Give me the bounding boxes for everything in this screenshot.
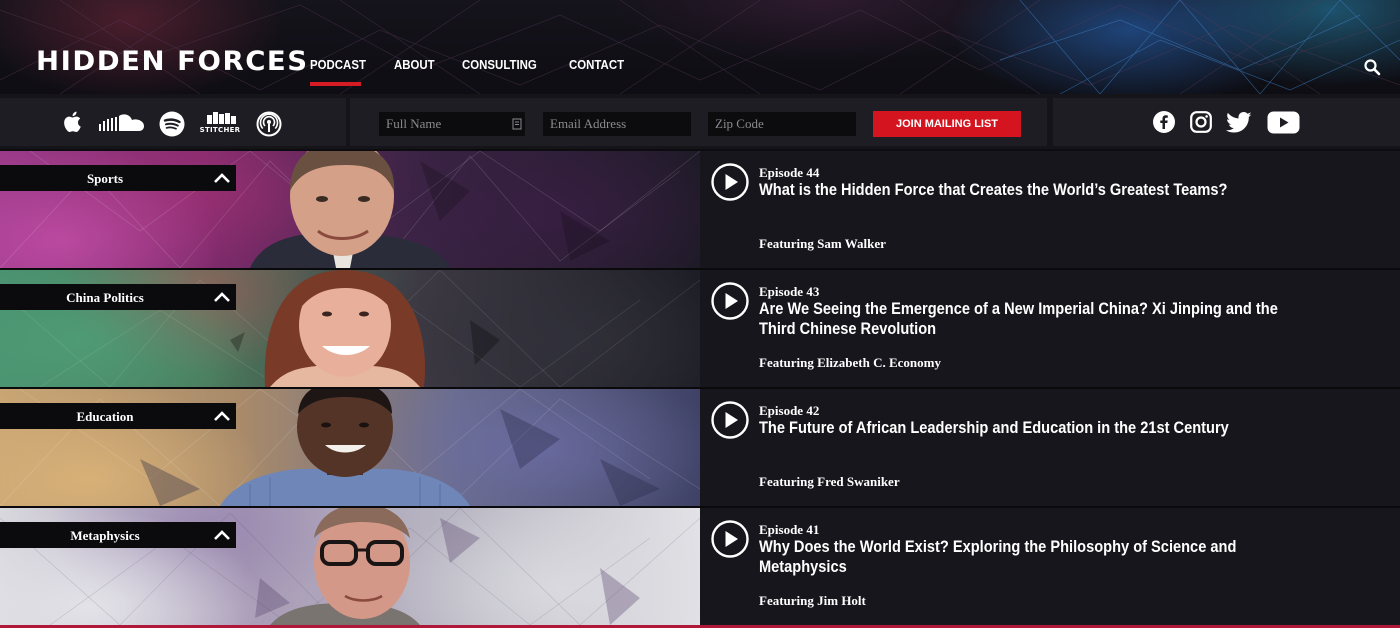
subscribe-bar: STITCHER JOIN MAILING LIST	[0, 94, 1400, 149]
episode-artwork[interactable]: Education	[0, 389, 700, 506]
play-icon[interactable]	[711, 163, 749, 201]
join-mailing-list-button[interactable]: JOIN MAILING LIST	[873, 111, 1021, 137]
chevron-up-icon[interactable]	[212, 409, 232, 423]
category-tab[interactable]: Education	[0, 403, 236, 429]
full-name-input[interactable]	[379, 112, 525, 136]
episode-number: Episode 43	[759, 284, 820, 299]
chevron-up-icon[interactable]	[212, 171, 232, 185]
episode-info: Episode 41 Why Does the World Exist? Exp…	[700, 508, 1400, 625]
autofill-card-icon	[512, 118, 522, 130]
category-label: Metaphysics	[70, 528, 140, 543]
zip-code-input[interactable]	[708, 112, 856, 136]
podcast-platforms: STITCHER	[0, 98, 346, 146]
nav-about[interactable]: ABOUT	[394, 57, 435, 87]
category-tab[interactable]: Sports	[0, 165, 236, 191]
episode-info: Episode 43 Are We Seeing the Emergence o…	[700, 270, 1400, 387]
nav-consulting[interactable]: CONSULTING	[462, 57, 537, 87]
apple-podcasts-icon[interactable]	[63, 110, 85, 134]
episode-title[interactable]: What is the Hidden Force that Creates th…	[759, 180, 1318, 200]
chevron-up-icon[interactable]	[212, 528, 232, 542]
nav-podcast[interactable]: PODCAST	[310, 57, 366, 87]
soundcloud-icon[interactable]	[99, 113, 145, 133]
category-tab[interactable]: China Politics	[0, 284, 236, 310]
mailing-list-form: JOIN MAILING LIST	[350, 98, 1047, 146]
stitcher-label: STITCHER	[199, 126, 241, 134]
episode-info: Episode 42 The Future of African Leaders…	[700, 389, 1400, 506]
episode-info: Episode 44 What is the Hidden Force that…	[700, 151, 1400, 268]
play-icon[interactable]	[711, 401, 749, 439]
instagram-icon[interactable]	[1190, 111, 1212, 133]
category-label: China Politics	[66, 290, 144, 305]
episode-title[interactable]: Are We Seeing the Emergence of a New Imp…	[759, 299, 1318, 339]
chevron-up-icon[interactable]	[212, 290, 232, 304]
episode-number: Episode 44	[759, 165, 820, 180]
category-tab[interactable]: Metaphysics	[0, 522, 236, 548]
site-logo[interactable]: HIDDEN FORCES	[36, 46, 309, 77]
episode-number: Episode 42	[759, 403, 820, 418]
episode-card: Metaphysics Episode 41 Why Does the Worl…	[0, 508, 1400, 625]
category-label: Sports	[86, 171, 124, 186]
facebook-icon[interactable]	[1153, 111, 1175, 133]
twitter-icon[interactable]	[1226, 112, 1252, 133]
episode-number: Episode 41	[759, 522, 820, 537]
episode-artwork[interactable]: Sports	[0, 151, 700, 268]
spotify-icon[interactable]	[159, 111, 185, 137]
category-label: Education	[76, 409, 134, 424]
podcast-rss-icon[interactable]	[256, 111, 282, 137]
episode-guest: Featuring Elizabeth C. Economy	[759, 355, 941, 370]
main-nav: PODCAST ABOUT CONSULTING CONTACT	[310, 57, 653, 87]
nav-contact[interactable]: CONTACT	[569, 57, 624, 87]
episode-card: Education Episode 42 The Future of Afric…	[0, 389, 1400, 506]
play-icon[interactable]	[711, 520, 749, 558]
email-input[interactable]	[543, 112, 691, 136]
site-header: HIDDEN FORCES PODCAST ABOUT CONSULTING C…	[0, 0, 1400, 94]
episode-card: Sports Episode 44 What is the Hidden For…	[0, 151, 1400, 268]
play-icon[interactable]	[711, 282, 749, 320]
episode-guest: Featuring Sam Walker	[759, 236, 886, 251]
episode-guest: Featuring Jim Holt	[759, 593, 866, 608]
episode-artwork[interactable]: Metaphysics	[0, 508, 700, 625]
episode-title[interactable]: Why Does the World Exist? Exploring the …	[759, 537, 1318, 577]
youtube-icon[interactable]	[1267, 111, 1300, 134]
episode-guest: Featuring Fred Swaniker	[759, 474, 900, 489]
episode-artwork[interactable]: China Politics	[0, 270, 700, 387]
stitcher-icon[interactable]: STITCHER	[199, 111, 241, 137]
stitcher-bars-icon	[207, 112, 236, 124]
episode-card: China Politics Episode 43 Are We Seeing …	[0, 270, 1400, 387]
episode-title[interactable]: The Future of African Leadership and Edu…	[759, 418, 1318, 438]
social-links	[1053, 98, 1400, 146]
search-icon[interactable]	[1363, 58, 1381, 76]
